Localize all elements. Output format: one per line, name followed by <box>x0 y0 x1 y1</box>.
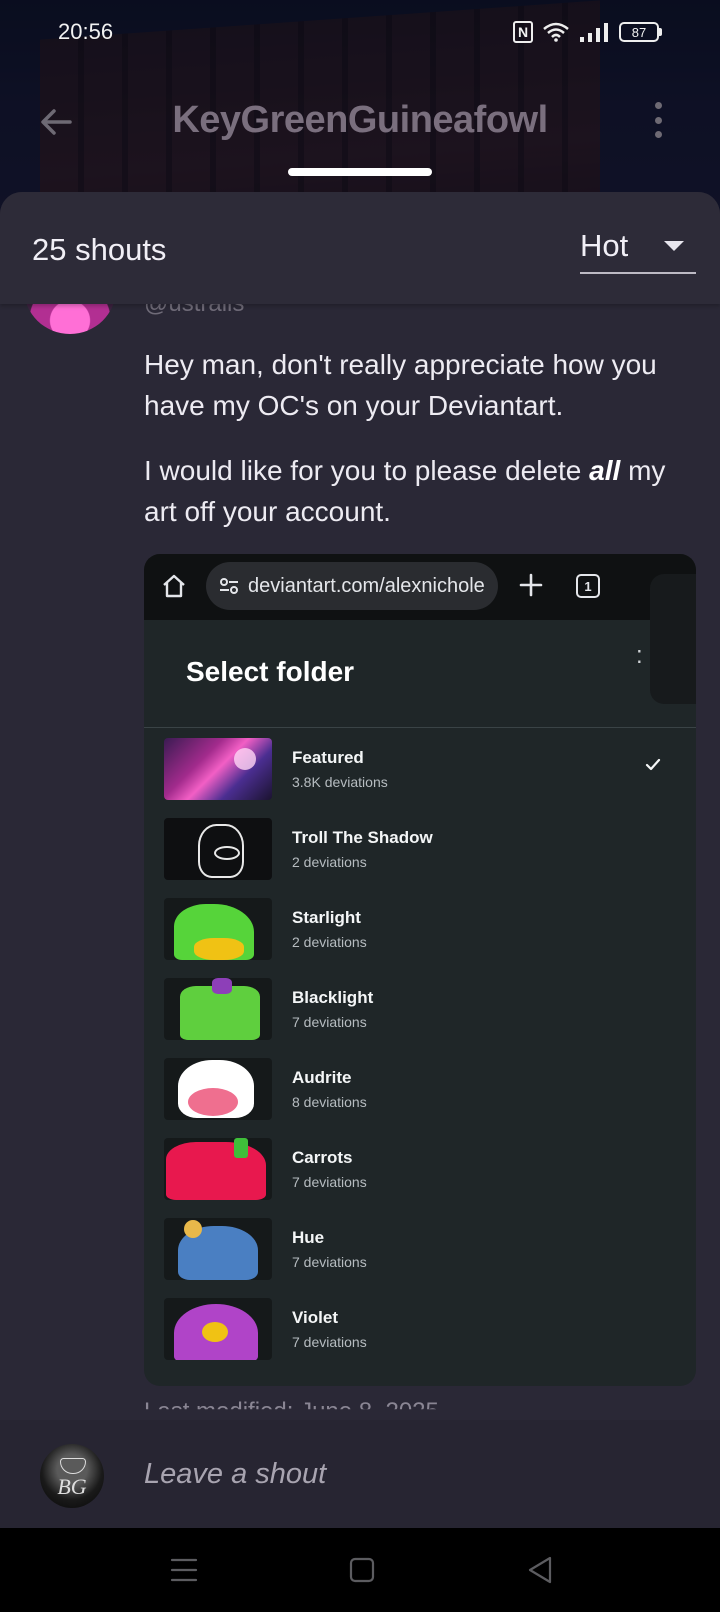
folder-name: Starlight <box>292 908 361 927</box>
embedded-url-bar: deviantart.com/alexnichole <box>206 562 498 610</box>
tabs-icon: 1 <box>576 574 600 598</box>
folder-thumbnail <box>164 898 272 960</box>
embedded-panel-title: Select folder <box>186 656 355 687</box>
profile-title: KeyGreenGuineafowl <box>172 98 548 141</box>
folder-name: Violet <box>292 1308 338 1327</box>
close-icon: : <box>636 642 643 669</box>
wifi-icon <box>543 22 569 42</box>
recent-apps-icon[interactable] <box>164 1550 204 1590</box>
status-bar: 20:56 N 87 <box>0 0 720 64</box>
battery-level: 87 <box>619 22 659 42</box>
folder-name: Hue <box>292 1228 325 1247</box>
folder-name: Carrots <box>292 1148 353 1167</box>
folder-count: 7 deviations <box>292 1334 367 1350</box>
folder-thumbnail <box>164 1218 272 1280</box>
folder-row: Hue 7 deviations <box>144 1208 696 1288</box>
sheet-header: 25 shouts Hot <box>0 192 720 304</box>
folder-name: Audrite <box>292 1068 352 1087</box>
folder-name: Featured <box>292 748 364 767</box>
signal-icon <box>580 23 608 42</box>
embedded-url-text: deviantart.com/alexnichole <box>248 574 485 597</box>
app-bar: KeyGreenGuineafowl <box>0 88 720 152</box>
folder-row: Featured 3.8K deviations <box>144 728 696 808</box>
sheet-drag-handle[interactable] <box>288 168 432 176</box>
folder-count: 2 deviations <box>292 854 367 870</box>
emphasis-text: all <box>589 455 621 486</box>
folder-name: Blacklight <box>292 988 374 1007</box>
shout-count: 25 shouts <box>32 232 167 267</box>
nfc-icon: N <box>513 21 533 43</box>
folder-thumbnail <box>164 1138 272 1200</box>
chevron-down-icon <box>664 241 684 251</box>
site-settings-icon <box>220 578 238 594</box>
folder-name: Troll The Shadow <box>292 828 433 847</box>
plus-icon <box>519 573 543 597</box>
avatar[interactable]: BG <box>40 1444 104 1508</box>
folder-thumbnail <box>164 1058 272 1120</box>
avatar-initials: BG <box>57 1474 87 1499</box>
shout-text-2: I would like for you to please delete al… <box>144 455 666 527</box>
shout-text: Hey man, don't really appreciate how you… <box>144 349 657 421</box>
shout-input[interactable] <box>144 1450 684 1498</box>
shout-username[interactable]: @ustrails <box>144 304 244 318</box>
avatar[interactable] <box>24 304 116 334</box>
more-options-icon[interactable] <box>652 102 664 138</box>
battery-icon: 87 <box>619 22 662 42</box>
shouts-sheet: 25 shouts Hot @ustrails Hey man, don't r… <box>0 192 720 1528</box>
status-time: 20:56 <box>58 19 114 44</box>
folder-count: 3.8K deviations <box>292 774 388 790</box>
folder-count: 7 deviations <box>292 1254 367 1270</box>
embedded-browser-toolbar: deviantart.com/alexnichole 1 <box>144 554 696 620</box>
folder-count: 7 deviations <box>292 1014 367 1030</box>
back-triangle-icon[interactable] <box>520 1550 560 1590</box>
shouts-list[interactable]: @ustrails Hey man, don't really apprecia… <box>0 304 720 1528</box>
folder-thumbnail <box>164 818 272 880</box>
home-icon <box>163 574 185 598</box>
folder-count: 7 deviations <box>292 1174 367 1190</box>
folder-row: Blacklight 7 deviations <box>144 968 696 1048</box>
folder-row: Troll The Shadow 2 deviations <box>144 808 696 888</box>
folder-count: 2 deviations <box>292 934 367 950</box>
folder-row: Starlight 2 deviations <box>144 888 696 968</box>
folder-thumbnail <box>164 738 272 800</box>
home-button-icon[interactable] <box>342 1550 382 1590</box>
folder-thumbnail <box>164 1298 272 1360</box>
folder-row: Carrots 7 deviations <box>144 1128 696 1208</box>
folder-thumbnail <box>164 978 272 1040</box>
diamond-icon <box>60 1458 86 1474</box>
checkmark-icon <box>645 758 661 771</box>
system-navigation-bar <box>0 1528 720 1612</box>
sort-dropdown[interactable]: Hot <box>580 220 696 274</box>
folder-row: Violet 7 deviations <box>144 1288 696 1368</box>
embedded-panel-header: Select folder : <box>144 620 696 728</box>
compose-bar: BG <box>0 1420 720 1528</box>
shout-attached-image[interactable]: deviantart.com/alexnichole 1 Select fold… <box>144 554 696 1386</box>
folder-row: Audrite 8 deviations <box>144 1048 696 1128</box>
folder-count: 8 deviations <box>292 1094 367 1110</box>
back-arrow-icon[interactable] <box>36 102 76 142</box>
sort-selected-label: Hot <box>580 228 629 263</box>
